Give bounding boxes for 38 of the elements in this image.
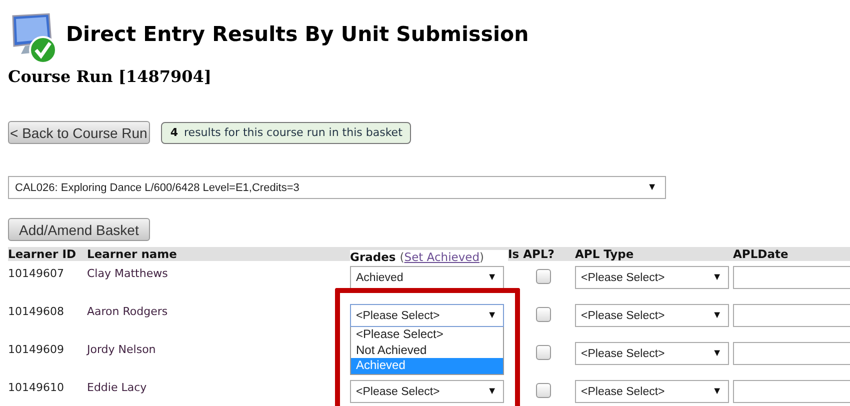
- learner-name: Eddie Lacy: [87, 381, 147, 394]
- learner-id: 10149610: [8, 381, 64, 394]
- course-run-title: Course Run [1487904]: [8, 67, 212, 86]
- grade-option[interactable]: <Please Select>: [351, 327, 503, 342]
- grade-select[interactable]: Achieved ▼: [350, 266, 504, 289]
- apl-checkbox[interactable]: [536, 307, 551, 322]
- apl-date-field[interactable]: [733, 380, 850, 403]
- apl-checkbox[interactable]: [536, 269, 551, 284]
- column-header: APLDate: [733, 247, 788, 261]
- learner-id: 10149609: [8, 343, 64, 356]
- grade-select[interactable]: <Please Select> ▼: [350, 304, 504, 327]
- apl-date-field[interactable]: [733, 266, 850, 289]
- apl-checkbox[interactable]: [536, 345, 551, 360]
- apl-type-select[interactable]: <Please Select> ▼: [575, 342, 729, 365]
- learner-name: Jordy Nelson: [87, 343, 156, 356]
- learner-id: 10149608: [8, 305, 64, 318]
- unit-select[interactable]: CAL026: Exploring Dance L/600/6428 Level=E1,Credits=3 ▼: [8, 176, 666, 199]
- apl-date-field[interactable]: [733, 304, 850, 327]
- page-title: Direct Entry Results By Unit Submission: [66, 22, 529, 46]
- column-header: APL Type: [575, 247, 634, 261]
- column-header: Grades: [350, 250, 396, 264]
- apl-checkbox[interactable]: [536, 383, 551, 398]
- column-header: Learner ID: [8, 247, 76, 261]
- back-button[interactable]: < Back to Course Run: [8, 121, 150, 144]
- results-count-badge: 4 results for this course run in this basket: [161, 122, 412, 144]
- grade-select[interactable]: <Please Select> ▼: [350, 380, 504, 403]
- learner-id: 10149607: [8, 267, 64, 280]
- apl-date-field[interactable]: [733, 342, 850, 365]
- add-amend-basket-button[interactable]: Add/Amend Basket: [8, 218, 150, 241]
- apl-type-select[interactable]: <Please Select> ▼: [575, 380, 729, 403]
- column-header: Learner name: [87, 247, 177, 261]
- grade-option[interactable]: Not Achieved: [351, 342, 503, 358]
- apl-type-select[interactable]: <Please Select> ▼: [575, 266, 729, 289]
- column-header: Is APL?: [508, 247, 554, 261]
- learner-name: Aaron Rodgers: [87, 305, 168, 318]
- apl-type-select[interactable]: <Please Select> ▼: [575, 304, 729, 327]
- learner-name: Clay Matthews: [87, 267, 168, 280]
- set-achieved-link[interactable]: (Set Achieved): [400, 250, 484, 264]
